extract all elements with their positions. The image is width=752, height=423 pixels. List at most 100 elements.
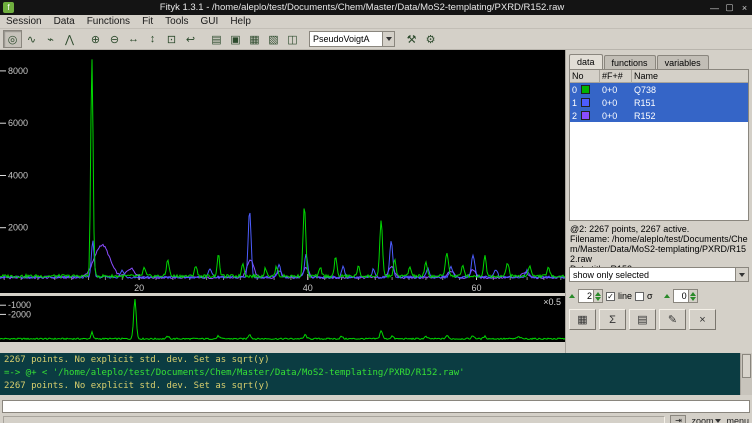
column-header-name[interactable]: Name bbox=[632, 70, 748, 82]
tab-functions[interactable]: functions bbox=[604, 55, 656, 69]
menu-session[interactable]: Session bbox=[0, 15, 48, 28]
dataset-row[interactable]: 1 0+0 R151 bbox=[570, 96, 748, 109]
shift-spinner[interactable]: 0 bbox=[673, 289, 698, 303]
function-type-value: PseudoVoigtA bbox=[313, 34, 370, 44]
baseline-mode-button[interactable]: ⌁ bbox=[41, 30, 60, 48]
dataset-color-swatch[interactable] bbox=[581, 85, 590, 94]
main-plot-canvas[interactable]: 2040602000400060008000 bbox=[0, 50, 565, 293]
open-data-button[interactable]: ▤ bbox=[207, 30, 226, 48]
line-checkbox-label: line bbox=[618, 291, 632, 301]
zoom-mode-button[interactable]: ◎ bbox=[3, 30, 22, 48]
menu-functions[interactable]: Functions bbox=[81, 15, 136, 28]
export-image-button[interactable]: ▧ bbox=[264, 30, 283, 48]
menu-fit[interactable]: Fit bbox=[136, 15, 159, 28]
console-lines: 2267 points. No explicit std. dev. Set a… bbox=[0, 353, 740, 395]
zoom-all-button[interactable]: ⊡ bbox=[162, 30, 181, 48]
menu-gui[interactable]: GUI bbox=[195, 15, 225, 28]
add-peak-mode-button[interactable]: ⋀ bbox=[60, 30, 79, 48]
shift-value: 0 bbox=[674, 291, 688, 301]
zoom-y-auto-button[interactable]: ↕ bbox=[143, 30, 162, 48]
command-input[interactable] bbox=[2, 400, 750, 413]
show-filter-dropdown[interactable]: show only selected bbox=[569, 267, 749, 282]
command-input-row bbox=[0, 395, 752, 415]
aux-plot-canvas[interactable]: -1000-2000 bbox=[0, 296, 565, 342]
dataset-row[interactable]: 2 0+0 R152 bbox=[570, 109, 748, 122]
data-range-mode-button[interactable]: ∿ bbox=[22, 30, 41, 48]
dataset-function-count: 0+0 bbox=[600, 111, 632, 121]
zoom-previous-button[interactable]: ↩ bbox=[181, 30, 200, 48]
dataset-name: R152 bbox=[632, 111, 748, 121]
dataset-color-swatch[interactable] bbox=[581, 111, 590, 120]
svg-text:20: 20 bbox=[134, 283, 144, 293]
rename-data-button[interactable]: ✎ bbox=[659, 309, 686, 330]
window-title: Fityk 1.3.1 - /home/aleplo/test/Document… bbox=[17, 2, 707, 13]
zoom-x-auto-button[interactable]: ↔ bbox=[124, 30, 143, 48]
svg-text:4000: 4000 bbox=[8, 171, 28, 181]
file-button-group: ▤▣▦▧◫ bbox=[207, 30, 302, 48]
dataset-table-header: No #F+# Name bbox=[570, 70, 748, 83]
filter-value: show only selected bbox=[573, 270, 649, 280]
auto-add-peak-button[interactable]: ⚒ bbox=[402, 30, 421, 48]
dataset-row[interactable]: 0 0+0 Q738 bbox=[570, 83, 748, 96]
menubar: SessionDataFunctionsFitToolsGUIHelp bbox=[0, 15, 752, 29]
dataset-number: 1 bbox=[572, 98, 577, 108]
console-scrollbar[interactable] bbox=[740, 353, 752, 395]
chevron-down-icon[interactable] bbox=[382, 32, 394, 46]
dataset-list: No #F+# Name 0 0+0 Q738 1 bbox=[569, 69, 749, 221]
dataset-number: 2 bbox=[572, 111, 577, 121]
spin-down-icon bbox=[690, 297, 696, 301]
status-menu-label[interactable]: menu bbox=[726, 416, 749, 423]
aux-scale-label: ×0.5 bbox=[543, 297, 561, 307]
mode-button-group: ◎∿⌁⋀ bbox=[3, 30, 79, 48]
chevron-down-icon bbox=[715, 419, 721, 423]
sigma-checkbox[interactable] bbox=[635, 292, 644, 301]
scrollbar-thumb[interactable] bbox=[742, 354, 751, 378]
delete-data-button[interactable]: × bbox=[689, 309, 716, 330]
action-button-group: ⚒⚙ bbox=[402, 30, 440, 48]
dataset-function-count: 0+0 bbox=[600, 98, 632, 108]
menu-data[interactable]: Data bbox=[48, 15, 81, 28]
zoom-out-button[interactable]: ⊖ bbox=[105, 30, 124, 48]
shift-up-icon[interactable] bbox=[664, 294, 670, 298]
console-line: 2267 points. No explicit std. dev. Set a… bbox=[4, 354, 736, 367]
dataset-rows: 0 0+0 Q738 1 0+0 R151 bbox=[570, 83, 748, 122]
transform-data-button[interactable]: Σ bbox=[599, 309, 626, 330]
maximize-button[interactable]: ▢ bbox=[722, 2, 737, 13]
menu-tools[interactable]: Tools bbox=[159, 15, 194, 28]
function-type-combo[interactable]: PseudoVoigtA bbox=[309, 31, 395, 47]
close-button[interactable]: × bbox=[737, 3, 752, 13]
status-corner-icon[interactable]: ⇥ bbox=[670, 415, 686, 423]
svg-text:2000: 2000 bbox=[8, 223, 28, 233]
column-header-no[interactable]: No bbox=[570, 70, 600, 82]
point-size-up-icon[interactable] bbox=[569, 294, 575, 298]
minimize-button[interactable]: — bbox=[707, 3, 722, 13]
tab-data[interactable]: data bbox=[569, 54, 603, 69]
content-area: 2040602000400060008000 -1000-2000 ×0.5 d… bbox=[0, 50, 752, 353]
line-checkbox[interactable]: ✓ bbox=[606, 292, 615, 301]
status-zoom[interactable]: zoom bbox=[691, 416, 721, 423]
tab-variables[interactable]: variables bbox=[657, 55, 709, 69]
dataset-function-count: 0+0 bbox=[600, 85, 632, 95]
main-plot[interactable]: 2040602000400060008000 bbox=[0, 50, 565, 293]
chevron-down-icon[interactable] bbox=[735, 268, 748, 281]
point-size-spinner[interactable]: 2 bbox=[578, 289, 603, 303]
menu-help[interactable]: Help bbox=[224, 15, 257, 28]
save-session-button[interactable]: ▦ bbox=[245, 30, 264, 48]
log-button[interactable]: ◫ bbox=[283, 30, 302, 48]
sigma-checkbox-label: σ bbox=[647, 291, 653, 301]
dataset-color-swatch[interactable] bbox=[581, 98, 590, 107]
settings-button[interactable]: ⚙ bbox=[421, 30, 440, 48]
copy-data-button[interactable]: ▤ bbox=[629, 309, 656, 330]
edit-data-button[interactable]: ▦ bbox=[569, 309, 596, 330]
svg-text:8000: 8000 bbox=[8, 66, 28, 76]
info-filename: Filename: /home/aleplo/test/Documents/Ch… bbox=[570, 234, 748, 264]
dataset-name: R151 bbox=[632, 98, 748, 108]
dataset-number: 0 bbox=[572, 85, 577, 95]
svg-text:-2000: -2000 bbox=[8, 309, 31, 319]
column-header-functions[interactable]: #F+# bbox=[600, 70, 632, 82]
zoom-in-button[interactable]: ⊕ bbox=[86, 30, 105, 48]
open-session-button[interactable]: ▣ bbox=[226, 30, 245, 48]
aux-plot[interactable]: -1000-2000 ×0.5 bbox=[0, 296, 565, 342]
spin-up-icon bbox=[690, 292, 696, 296]
statusbar: ⇥ zoom menu bbox=[0, 415, 752, 423]
